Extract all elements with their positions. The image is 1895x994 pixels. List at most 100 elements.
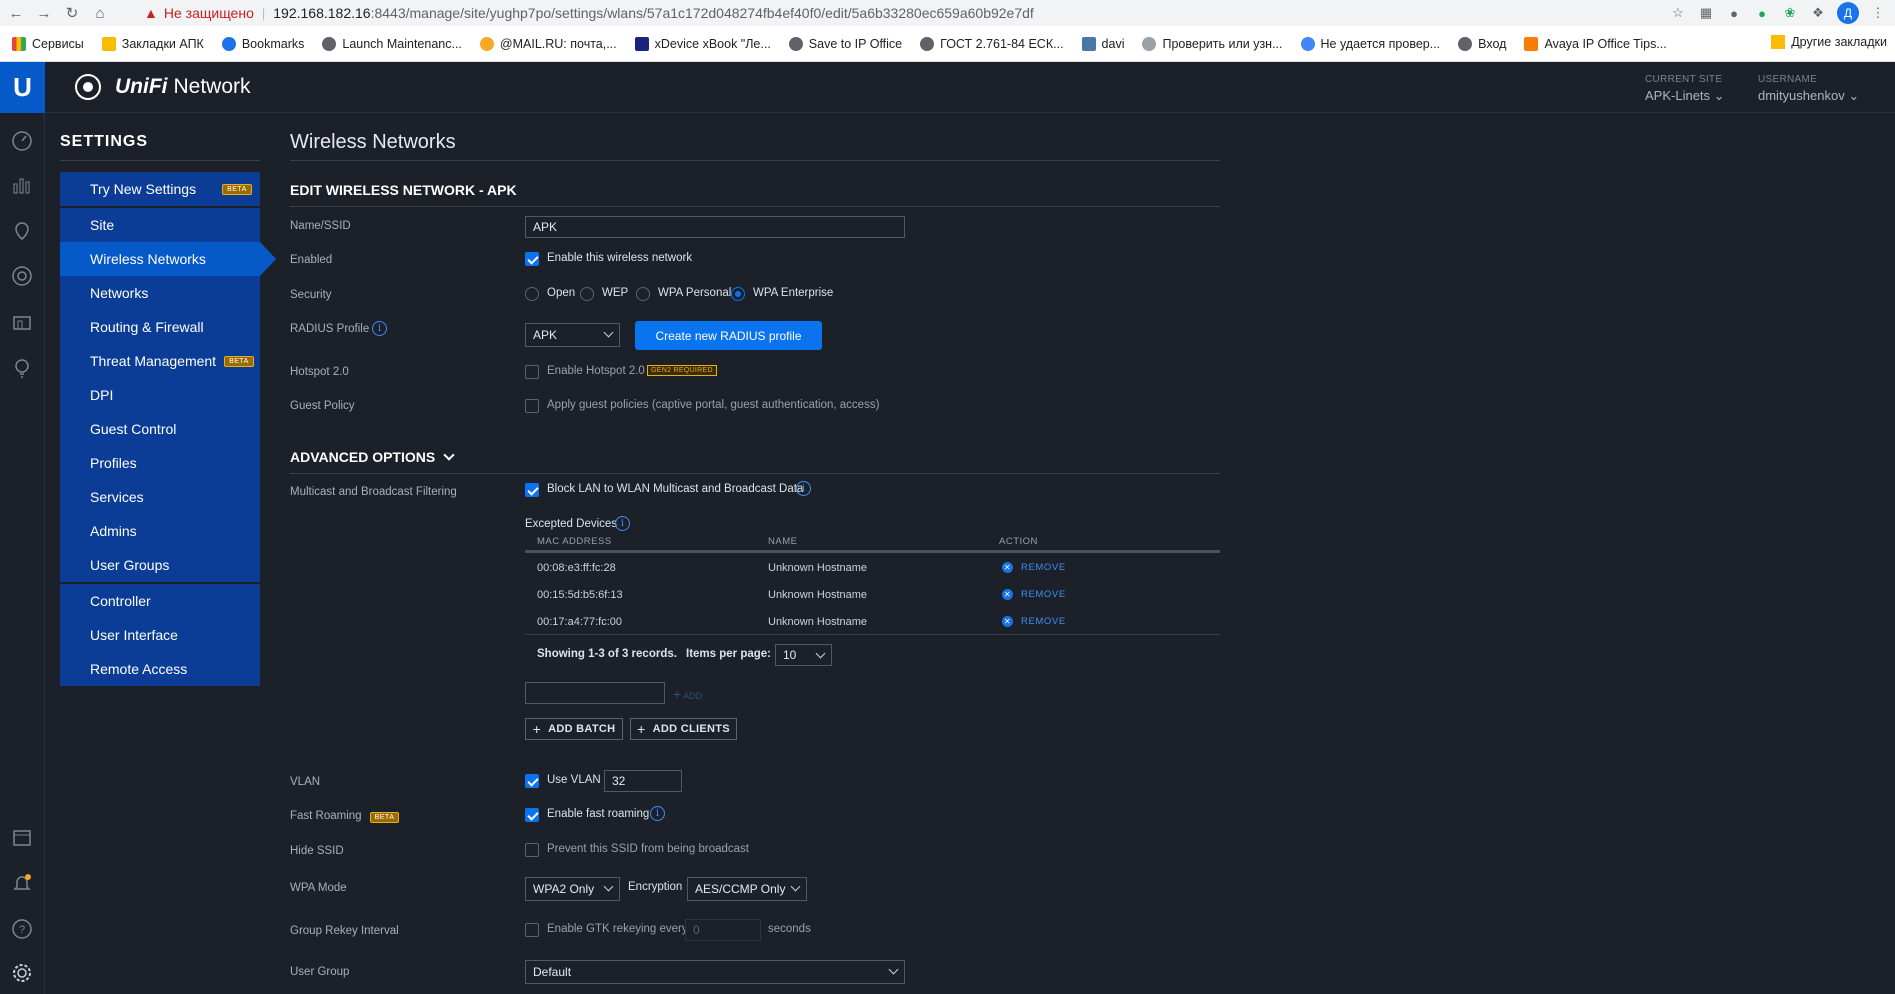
menu-admins[interactable]: Admins [60, 514, 260, 548]
bookmark-item[interactable]: Avaya IP Office Tips... [1524, 36, 1667, 51]
user-group-select[interactable]: Default [525, 960, 905, 984]
bookmark-item[interactable]: Проверить или узн... [1142, 36, 1283, 51]
globe-icon [322, 36, 337, 51]
info-icon[interactable]: i [372, 321, 387, 336]
ubiquiti-logo-icon[interactable]: U [0, 62, 45, 113]
create-radius-profile-button[interactable]: Create new RADIUS profile [635, 321, 822, 350]
menu-profiles[interactable]: Profiles [60, 446, 260, 480]
back-icon[interactable]: ← [4, 5, 28, 22]
menu-dpi[interactable]: DPI [60, 378, 260, 412]
rekey-checkbox[interactable] [525, 923, 539, 937]
hide-ssid-checkbox[interactable] [525, 843, 539, 857]
rekey-unit: seconds [768, 923, 811, 935]
clients-icon[interactable] [8, 309, 36, 337]
security-open-radio[interactable] [525, 287, 539, 301]
current-site-selector[interactable]: CURRENT SITE APK-Linets ⌄ [1645, 74, 1725, 104]
menu-site[interactable]: Site [60, 208, 260, 242]
bookmark-item[interactable]: Save to IP Office [788, 36, 902, 51]
alerts-icon[interactable] [8, 869, 36, 897]
bookmark-item[interactable]: xDevice xBook "Ле... [634, 36, 771, 51]
enabled-label: Enabled [290, 254, 333, 266]
menu-threat-management[interactable]: Threat Management BETA [60, 344, 260, 378]
other-bookmarks[interactable]: Другие закладки [1771, 35, 1887, 49]
radius-profile-select[interactable]: APK [525, 323, 620, 347]
bookmark-services[interactable]: Сервисы [12, 36, 84, 51]
bookmark-item[interactable]: davi [1081, 36, 1124, 51]
app-brand[interactable]: UniFi Network [75, 74, 251, 100]
security-label: Security [290, 289, 332, 301]
info-icon[interactable]: i [796, 481, 811, 496]
menu-user-groups[interactable]: User Groups [60, 548, 260, 582]
items-per-page-label: Items per page: [686, 648, 771, 660]
reload-icon[interactable]: ↻ [60, 4, 84, 22]
bookmark-item[interactable]: Не удается провер... [1300, 36, 1440, 51]
menu-label: Controller [90, 593, 151, 609]
add-batch-button[interactable]: + ADD BATCH [525, 718, 623, 740]
vlan-checkbox[interactable] [525, 774, 539, 788]
remove-button[interactable]: ✕ REMOVE [1002, 616, 1066, 627]
extension-icon[interactable]: ▦ [1697, 4, 1715, 22]
bookmark-item[interactable]: Bookmarks [221, 36, 304, 51]
security-wpa-personal-radio[interactable] [636, 287, 650, 301]
enabled-checkbox[interactable] [525, 252, 539, 266]
menu-try-new-settings[interactable]: Try New Settings BETA [60, 172, 260, 206]
bookmark-item[interactable]: ГОСТ 2.761-84 ЕСК... [920, 36, 1064, 51]
guest-policy-checkbox[interactable] [525, 399, 539, 413]
advanced-options-toggle[interactable]: ADVANCED OPTIONS [290, 449, 455, 465]
bookmark-item[interactable]: @MAIL.RU: почта,... [479, 36, 617, 51]
address-bar[interactable]: 192.168.182.16:8443/manage/site/yughp7po… [273, 5, 1034, 21]
vlan-label: VLAN [290, 776, 321, 788]
user-menu[interactable]: USERNAME dmityushenkov ⌄ [1758, 74, 1859, 104]
left-nav-rail: ? [0, 113, 45, 994]
menu-networks[interactable]: Networks [60, 276, 260, 310]
info-icon[interactable]: i [615, 516, 630, 531]
bookmark-item[interactable]: Вход [1458, 36, 1506, 51]
info-icon[interactable]: i [650, 806, 665, 821]
settings-gear-icon[interactable] [8, 959, 36, 987]
url-path: :8443/manage/site/yughp7po/settings/wlan… [370, 5, 1034, 21]
extension-icon[interactable]: ● [1753, 4, 1771, 22]
forward-icon[interactable]: → [32, 5, 56, 22]
dashboard-icon[interactable] [8, 127, 36, 155]
bookmark-label: @MAIL.RU: почта,... [499, 36, 617, 51]
fast-roaming-checkbox[interactable] [525, 808, 539, 822]
home-icon[interactable]: ⌂ [88, 5, 112, 22]
remove-button[interactable]: ✕ REMOVE [1002, 589, 1066, 600]
more-icon[interactable]: ⋮ [1869, 4, 1887, 22]
vlan-id-input[interactable]: 32 [604, 770, 682, 792]
menu-remote-access[interactable]: Remote Access [60, 652, 260, 686]
devices-icon[interactable] [8, 262, 36, 290]
star-icon[interactable]: ☆ [1669, 4, 1687, 22]
menu-routing-firewall[interactable]: Routing & Firewall [60, 310, 260, 344]
wpa-mode-select[interactable]: WPA2 Only [525, 877, 620, 901]
bookmark-item[interactable]: Launch Maintenanc... [322, 36, 462, 51]
security-wep-radio[interactable] [580, 287, 594, 301]
items-per-page-select[interactable]: 10 [775, 644, 832, 666]
add-mac-button[interactable]: + ADD [673, 686, 702, 702]
encryption-select[interactable]: AES/CCMP Only [687, 877, 807, 901]
map-icon[interactable] [8, 217, 36, 245]
multicast-checkbox[interactable] [525, 483, 539, 497]
menu-services[interactable]: Services [60, 480, 260, 514]
evernote-icon[interactable]: ❀ [1781, 4, 1799, 22]
statistics-icon[interactable] [8, 171, 36, 199]
bookmark-folder[interactable]: Закладки АПК [101, 36, 204, 51]
profile-avatar[interactable]: Д [1837, 2, 1859, 24]
menu-guest-control[interactable]: Guest Control [60, 412, 260, 446]
menu-user-interface[interactable]: User Interface [60, 618, 260, 652]
security-label[interactable]: Не защищено [164, 5, 254, 21]
events-icon[interactable] [8, 823, 36, 851]
menu-wireless-networks[interactable]: Wireless Networks [60, 242, 276, 276]
rekey-interval-input[interactable]: 0 [685, 919, 761, 941]
mac-address-input[interactable] [525, 682, 665, 704]
ssid-input[interactable]: APK [525, 216, 905, 238]
puzzle-icon[interactable]: ❖ [1809, 4, 1827, 22]
menu-controller[interactable]: Controller [60, 584, 260, 618]
insights-icon[interactable] [8, 354, 36, 382]
add-clients-button[interactable]: + ADD CLIENTS [630, 718, 737, 740]
hotspot-checkbox[interactable] [525, 365, 539, 379]
extension-icon[interactable]: ● [1725, 4, 1743, 22]
remove-button[interactable]: ✕ REMOVE [1002, 562, 1066, 573]
security-wpa-enterprise-radio[interactable] [731, 287, 745, 301]
help-icon[interactable]: ? [8, 915, 36, 943]
